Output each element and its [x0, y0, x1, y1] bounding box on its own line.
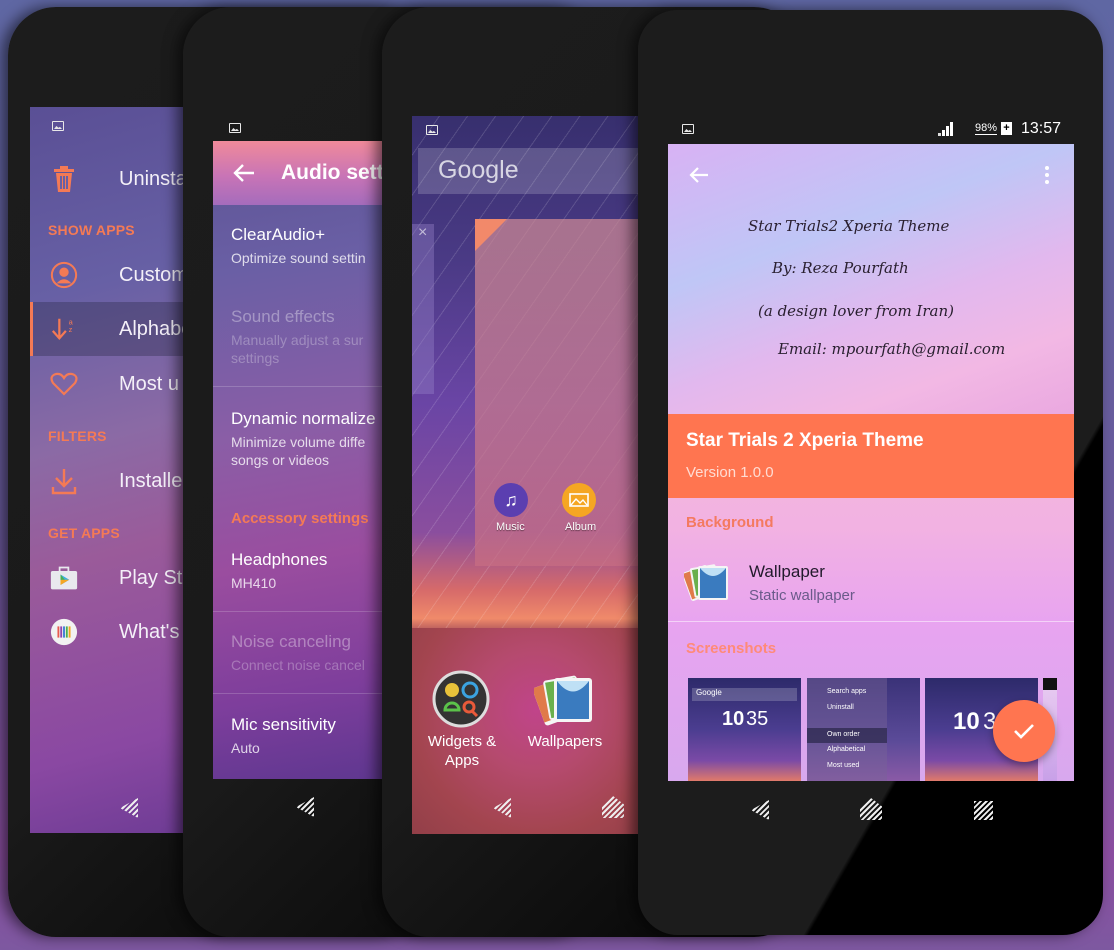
- divider: [213, 386, 383, 387]
- widgets-apps-icon: [432, 670, 490, 728]
- nav-recents-icon[interactable]: [974, 801, 993, 820]
- signal-icon: [938, 122, 953, 136]
- divider: [213, 611, 383, 612]
- nav-back-icon[interactable]: [120, 798, 138, 818]
- overflow-menu-icon[interactable]: [1044, 166, 1050, 186]
- trash-icon: [50, 165, 78, 193]
- battery-percent: 98%: [975, 122, 998, 135]
- divider: [668, 621, 1074, 622]
- nav-home-icon[interactable]: [602, 796, 624, 818]
- section-get-apps: GET APPS: [48, 525, 120, 541]
- theme-title: Star Trials 2 Xperia Theme: [686, 430, 924, 451]
- setting-clearaudio[interactable]: ClearAudio+ Optimize sound settin: [231, 225, 383, 267]
- home-edit-screen: Google × ♫ Music Album Widgets & Apps Wa…: [412, 116, 638, 834]
- section-background: Background: [686, 514, 774, 531]
- theme-title-banner: Star Trials 2 Xperia Theme Version 1.0.0: [668, 414, 1074, 498]
- drawer-item-label: What's: [119, 620, 180, 643]
- wallpaper-subtitle: Static wallpaper: [749, 587, 855, 604]
- hero-text-email: Email: mpourfath@gmail.com: [778, 340, 1006, 358]
- section-show-apps: SHOW APPS: [48, 222, 135, 238]
- drawer-item-label: Custom: [119, 263, 188, 286]
- screenshot-thumbnail-1[interactable]: Google 10 35: [688, 678, 801, 781]
- hero-text-author: By: Reza Pourfath: [772, 259, 909, 277]
- notification-image-icon: [52, 121, 64, 131]
- setting-sound-effects: Sound effects Manually adjust a sur sett…: [231, 307, 364, 366]
- notification-image-icon: [426, 125, 438, 135]
- wallpapers-option[interactable]: [532, 672, 594, 732]
- heart-icon: [50, 370, 78, 398]
- section-filters: FILTERS: [48, 428, 107, 444]
- wallpaper-title: Wallpaper: [749, 562, 825, 581]
- nav-back-icon[interactable]: [493, 798, 511, 818]
- hero-text-title: Star Trials2 Xperia Theme: [748, 217, 950, 235]
- battery-charging-icon: +: [1001, 122, 1012, 135]
- left-page-preview[interactable]: ×: [412, 224, 434, 394]
- google-logo-text: Google: [438, 156, 519, 184]
- drawer-item-label: Alphabe: [119, 317, 193, 340]
- download-icon: [50, 467, 78, 495]
- apply-theme-button[interactable]: [993, 700, 1055, 762]
- home-page-marker-icon: [475, 219, 507, 251]
- google-search-bar[interactable]: Google: [418, 148, 638, 194]
- back-arrow-icon[interactable]: [233, 163, 255, 183]
- setting-noise-canceling: Noise canceling Connect noise cancel: [231, 632, 365, 673]
- drawer-item-label: Uninsta: [119, 167, 187, 190]
- person-circle-icon: [50, 261, 78, 289]
- whats-new-icon: [50, 618, 78, 646]
- close-icon[interactable]: ×: [418, 224, 427, 242]
- music-app-icon[interactable]: ♫: [494, 483, 528, 517]
- section-accessory-settings: Accessory settings: [231, 510, 369, 527]
- widgets-apps-label: Widgets & Apps: [427, 733, 497, 769]
- theme-detail-screen: Star Trials2 Xperia Theme By: Reza Pourf…: [668, 144, 1074, 781]
- drawer-item-label: Installe: [119, 469, 183, 492]
- setting-headphones[interactable]: Headphones MH410: [231, 550, 383, 592]
- audio-settings-header: Audio sett: [213, 141, 383, 205]
- home-page-preview[interactable]: [475, 219, 638, 566]
- sort-alphabetical-icon: az: [50, 315, 78, 343]
- page-title: Audio sett: [281, 161, 383, 184]
- home-edit-options-panel: Widgets & Apps Wallpapers: [412, 628, 638, 834]
- clock: 13:57: [1021, 120, 1062, 137]
- setting-dynamic-normalizer[interactable]: Dynamic normalize Minimize volume diffe …: [231, 409, 383, 469]
- app-label-music: Music: [496, 521, 525, 533]
- drawer-item-label: Most u: [119, 372, 180, 395]
- status-bar: 98% + 13:57: [668, 116, 1074, 144]
- setting-mic-sensitivity[interactable]: Mic sensitivity Auto: [231, 715, 383, 757]
- theme-hero-image: Star Trials2 Xperia Theme By: Reza Pourf…: [668, 144, 1074, 414]
- notification-image-icon: [682, 124, 694, 134]
- wallpaper-row[interactable]: Wallpaper Static wallpaper: [668, 544, 1074, 620]
- checkmark-icon: [1014, 724, 1034, 739]
- svg-text:z: z: [69, 325, 73, 334]
- wallpapers-icon: [532, 675, 592, 726]
- section-screenshots: Screenshots: [686, 640, 777, 657]
- wallpaper-icon: [684, 564, 728, 601]
- audio-settings-screen: Audio sett ClearAudio+ Optimize sound se…: [213, 141, 383, 779]
- app-label-album: Album: [565, 521, 597, 533]
- wallpapers-label: Wallpapers: [527, 733, 603, 750]
- album-app-icon[interactable]: [562, 483, 596, 517]
- divider: [213, 693, 383, 694]
- screenshot-thumbnail-2[interactable]: Search apps Uninstall Own order Alphabet…: [807, 678, 920, 781]
- hero-text-tagline: (a design lover from Iran): [758, 302, 954, 320]
- theme-version: Version 1.0.0: [686, 464, 774, 481]
- notification-image-icon: [229, 123, 241, 133]
- widgets-apps-option[interactable]: [432, 670, 492, 730]
- play-store-icon: [50, 564, 78, 592]
- back-arrow-icon[interactable]: [689, 166, 709, 184]
